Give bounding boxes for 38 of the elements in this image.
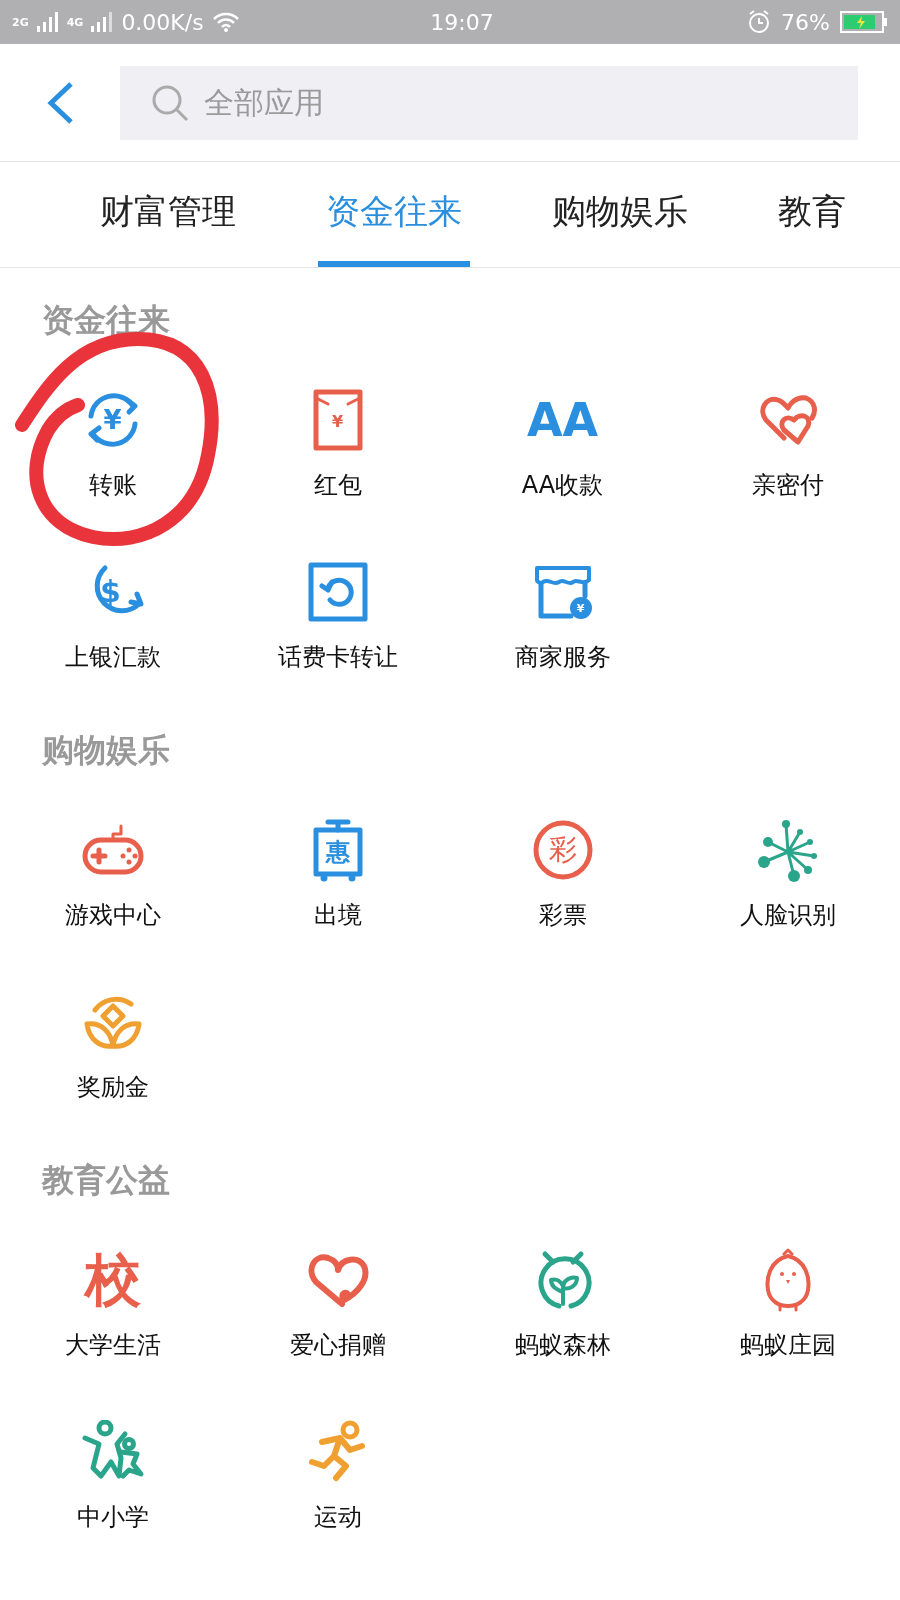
app-tile[interactable]: 爱心捐赠: [225, 1214, 450, 1386]
section-heading: 资金往来: [42, 300, 170, 341]
wifi-icon: [211, 11, 240, 33]
battery-icon: [840, 11, 888, 33]
app-tile[interactable]: ¥ 商家服务: [450, 526, 675, 698]
network-speed: 0.00K/s: [121, 8, 204, 37]
app-tile[interactable]: 蚂蚁森林: [450, 1214, 675, 1386]
battery-percent: 76%: [781, 8, 830, 37]
category-tab[interactable]: 教育: [770, 162, 854, 267]
signal-icon: [36, 12, 59, 32]
app-tile[interactable]: 中小学: [0, 1386, 225, 1558]
app-tile[interactable]: 话费卡转让: [225, 526, 450, 698]
school-glyph-icon: 校: [80, 1248, 145, 1312]
network-label: 4G: [66, 16, 84, 28]
category-tab[interactable]: 财富管理: [92, 162, 244, 267]
network-label: 2G: [12, 16, 29, 28]
dots-icon: [755, 818, 820, 882]
category-tab[interactable]: 购物娱乐: [544, 162, 696, 267]
clock-time: 19:07: [429, 8, 495, 37]
app-tile[interactable]: ¥ 转账: [0, 354, 225, 526]
app-tile[interactable]: 校 大学生活: [0, 1214, 225, 1386]
chevron-left-icon: [45, 80, 75, 125]
app-tile[interactable]: ¥ 红包: [225, 354, 450, 526]
app-tile[interactable]: 游戏中心: [0, 784, 225, 956]
app-tile[interactable]: 蚂蚁庄园: [675, 1214, 900, 1386]
app-tile[interactable]: 彩 彩票: [450, 784, 675, 956]
signal-icon: [91, 12, 114, 32]
app-tile[interactable]: 奖励金: [0, 956, 225, 1128]
section-heading: 购物娱乐: [42, 730, 170, 771]
app-tile[interactable]: 惠 出境: [225, 784, 450, 956]
app-tile[interactable]: $ 上银汇款: [0, 526, 225, 698]
section-heading: 教育公益: [42, 1160, 170, 1201]
app-tile[interactable]: 人脸识别: [675, 784, 900, 956]
alarm-icon: [747, 10, 772, 34]
search-field[interactable]: 全部应用: [120, 65, 858, 140]
app-tile[interactable]: AA AA收款: [450, 354, 675, 526]
app-tile[interactable]: 亲密付: [675, 354, 900, 526]
app-tile[interactable]: 运动: [225, 1386, 450, 1558]
